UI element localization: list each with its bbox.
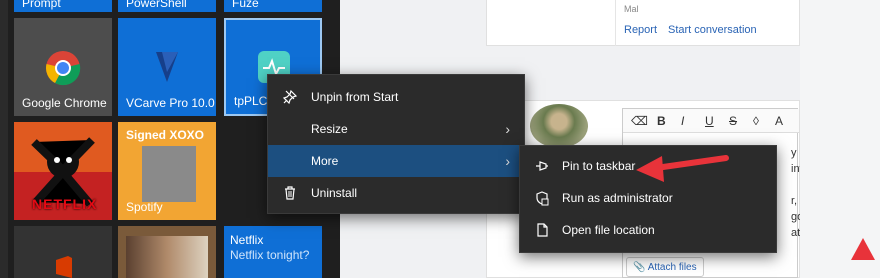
scroll-up-arrow-icon[interactable] [848,234,878,264]
tile-fuze[interactable]: Fuze [224,0,322,12]
menu-item-label: Uninstall [311,186,358,200]
eraser-button[interactable]: ⌫ [631,114,648,128]
shield-icon [536,191,549,206]
menu-item-open-file-location[interactable]: Open file location [520,214,776,246]
menu-item-label: Unpin from Start [311,90,399,104]
tile-photos[interactable] [118,226,216,278]
tile-label: PowerShell [126,0,187,10]
tile-label: Fuze [232,0,259,10]
pin-icon [536,161,548,171]
strike-button[interactable]: S [729,114,737,128]
italic-button[interactable]: I [681,114,684,128]
live-tile-subtitle: Netflix tonight? [230,248,310,262]
editor-toolbar: ⌫ B I U S ◊ A [623,109,799,133]
font-button[interactable]: A [775,114,783,128]
menu-item-label: Resize [311,122,348,136]
office-icon [56,256,72,278]
post-card: Mal Report Start conversation [486,0,800,46]
start-conversation-link[interactable]: Start conversation [668,24,757,36]
author-fragment: Mal [624,4,639,14]
tile-label: VCarve Pro 10.0 [126,96,215,110]
chrome-icon [46,51,81,86]
menu-item-label: More [311,154,339,168]
menu-item-label: Pin to taskbar [562,159,636,173]
tile-powershell[interactable]: PowerShell [118,0,216,12]
tile-vcarve-pro[interactable]: VCarve Pro 10.0 [118,18,216,116]
color-button[interactable]: ◊ [753,114,759,128]
album-title: Signed XOXO [126,128,205,142]
tile-spotify[interactable]: Signed XOXO Spotify [118,122,216,220]
avatar[interactable] [530,104,588,148]
chevron-right-icon: › [505,121,510,137]
unpin-icon [282,89,298,105]
vcarve-icon [156,52,178,82]
tile-context-menu: Unpin from Start Resize › More › Uninsta… [267,74,525,214]
menu-item-unpin-from-start[interactable]: Unpin from Start [268,81,524,113]
start-menu-rail [0,0,8,278]
menu-item-resize[interactable]: Resize › [268,113,524,145]
report-link[interactable]: Report [624,24,657,36]
menu-item-more[interactable]: More › [268,145,524,177]
tile-netflix-live[interactable]: Netflix Netflix tonight? [224,226,322,278]
menu-item-uninstall[interactable]: Uninstall [268,177,524,209]
photo-thumbnail [126,236,208,278]
attach-label: Attach files [647,262,697,273]
tile-office[interactable] [14,226,112,278]
attach-files-button[interactable]: 📎 Attach files [626,257,704,277]
menu-item-label: Open file location [562,223,655,237]
tile-google-chrome[interactable]: Google Chrome [14,18,112,116]
album-photo [142,146,196,202]
tile-prompt[interactable]: Prompt [14,0,112,12]
file-icon [537,223,548,237]
netflix-logo: NETFLIX [32,196,98,212]
underline-button[interactable]: U [705,114,714,128]
paperclip-icon: 📎 [633,262,648,273]
divider [615,0,616,46]
annotation-arrow-icon [636,155,729,182]
tile-label: Prompt [22,0,61,10]
tile-label: Spotify [126,200,163,214]
trash-icon [285,186,295,200]
chevron-right-icon: › [505,153,510,169]
tile-netflix-app[interactable]: NETFLIX [14,122,112,220]
tile-label: tpPLC [234,94,268,108]
tile-label: Google Chrome [22,96,107,110]
live-tile-title: Netflix [230,233,264,247]
bold-button[interactable]: B [657,114,666,128]
